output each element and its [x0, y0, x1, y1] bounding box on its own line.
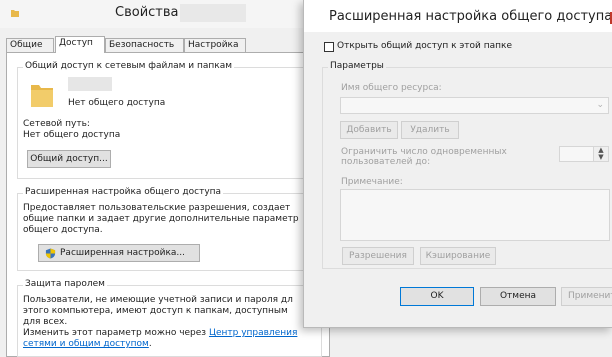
- user-limit-spinner[interactable]: ▲ ▼: [559, 146, 609, 162]
- window-title: Свойства:: [115, 5, 183, 20]
- shield-icon: [45, 248, 56, 259]
- group-title: Параметры: [328, 61, 386, 71]
- cancel-button[interactable]: Отмена: [480, 287, 556, 306]
- change-setting-text: Изменить этот параметр можно через Центр…: [23, 328, 298, 338]
- folder-icon: [11, 10, 19, 17]
- sharing-status: Нет общего доступа: [68, 98, 166, 108]
- limit-users-label: пользователей до:: [341, 157, 431, 167]
- network-path-value: Нет общего доступа: [23, 130, 121, 140]
- sharing-tab-page: Общий доступ к сетевым файлам и папкам Н…: [6, 52, 330, 357]
- description-line: для всех.: [23, 317, 68, 327]
- ok-button[interactable]: OK: [400, 287, 474, 306]
- share-name-label: Имя общего ресурса:: [341, 83, 442, 93]
- password-protection-group: Защита паролем Пользователи, не имеющие …: [17, 279, 322, 357]
- spinner-arrows-icon[interactable]: ▲ ▼: [593, 147, 608, 161]
- dialog-title-bar: Расширенная настройка общего доступа: [304, 0, 612, 32]
- network-sharing-group: Общий доступ к сетевым файлам и папкам Н…: [17, 61, 322, 179]
- tab-general[interactable]: Общие: [6, 38, 54, 52]
- title-bar: Свойства:: [0, 0, 330, 28]
- caching-button[interactable]: Кэширование: [420, 247, 496, 265]
- share-button[interactable]: Общий доступ...: [27, 150, 111, 168]
- share-folder-label: Открыть общий доступ к этой папке: [337, 41, 513, 51]
- description-line: этого компьютера, имеют доступ к папкам,…: [23, 306, 288, 316]
- advanced-sharing-dialog: Расширенная настройка общего доступа Отк…: [303, 0, 612, 328]
- dialog-title: Расширенная настройка общего доступа: [329, 9, 612, 24]
- description-line: общего доступа.: [23, 225, 103, 235]
- share-name-dropdown[interactable]: ⌄: [340, 97, 609, 114]
- redacted-name: [68, 77, 112, 91]
- remove-button[interactable]: Удалить: [401, 121, 459, 139]
- properties-window: Свойства: Общие Доступ Безопасность Наст…: [0, 0, 330, 357]
- network-center-link[interactable]: сетями и общим доступом: [23, 339, 149, 349]
- tab-security[interactable]: Безопасность: [105, 38, 184, 52]
- description-line: Пользователи, не имеющие учетной записи …: [23, 295, 293, 305]
- change-setting-text: сетями и общим доступом.: [23, 339, 152, 349]
- network-path-label: Сетевой путь:: [23, 119, 90, 129]
- advanced-sharing-button[interactable]: Расширенная настройка...: [38, 244, 200, 262]
- permissions-button[interactable]: Разрешения: [342, 247, 414, 265]
- tab-sharing[interactable]: Доступ: [55, 36, 105, 53]
- apply-button[interactable]: Применить: [561, 287, 612, 306]
- limit-users-label: Ограничить число одновременных: [341, 147, 507, 157]
- note-textarea[interactable]: [340, 189, 610, 241]
- redacted-folder-name: [180, 4, 246, 22]
- advanced-sharing-button-label: Расширенная настройка...: [60, 248, 185, 258]
- add-button[interactable]: Добавить: [340, 121, 398, 139]
- tab-customize[interactable]: Настройка: [184, 38, 246, 52]
- group-title: Защита паролем: [23, 279, 107, 289]
- network-center-link[interactable]: Центр управления: [209, 328, 297, 338]
- description-line: общие папки и задает другие дополнительн…: [23, 214, 299, 224]
- group-title: Расширенная настройка общего доступа: [23, 187, 224, 197]
- description-line: Предоставляет пользовательские разрешени…: [23, 203, 291, 213]
- note-label: Примечание:: [341, 177, 403, 187]
- folder-icon: [31, 85, 53, 107]
- chevron-down-icon: ⌄: [596, 100, 604, 110]
- advanced-sharing-group: Расширенная настройка общего доступа Пре…: [17, 187, 322, 271]
- share-folder-checkbox[interactable]: [324, 42, 334, 52]
- group-title: Общий доступ к сетевым файлам и папкам: [23, 61, 234, 71]
